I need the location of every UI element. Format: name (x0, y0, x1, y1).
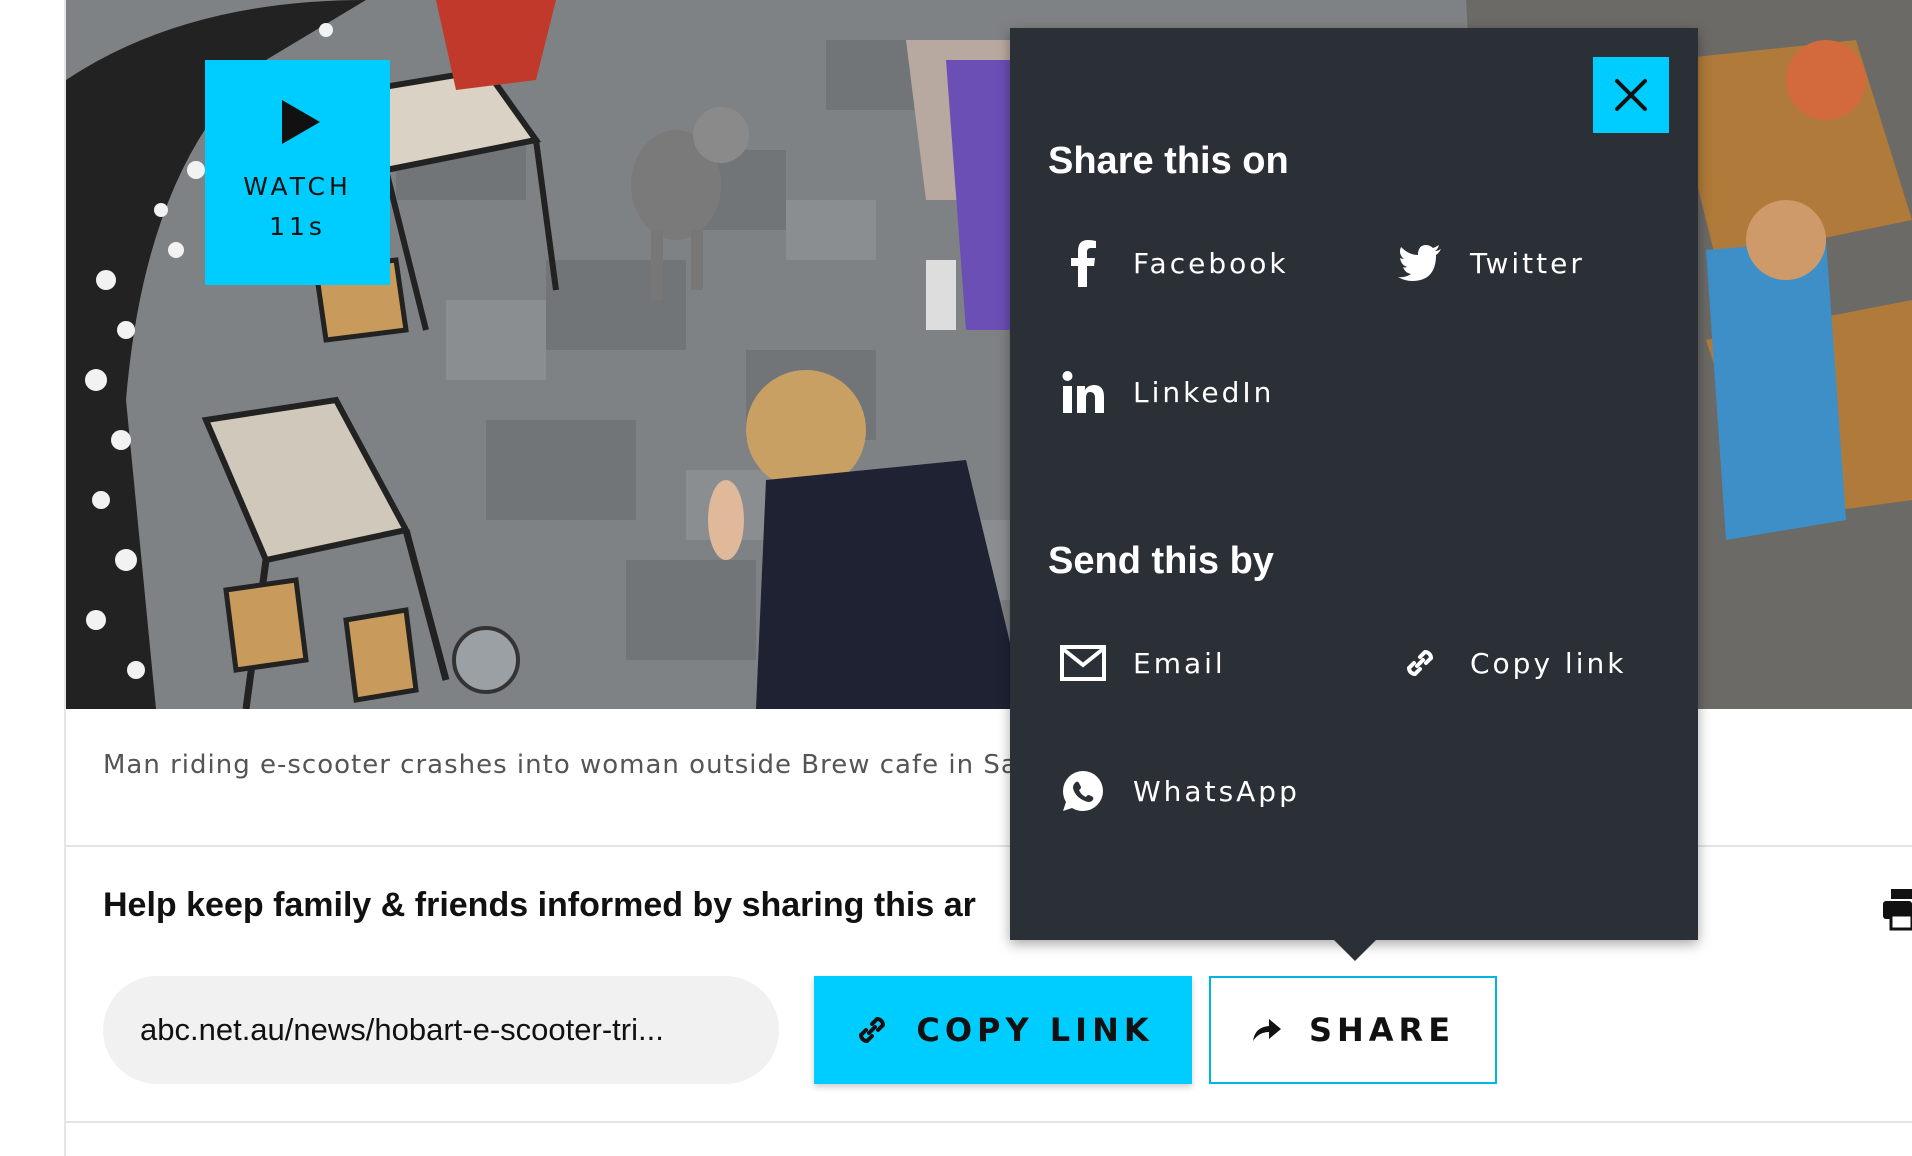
facebook-label: Facebook (1133, 246, 1289, 280)
twitter-label: Twitter (1470, 246, 1585, 280)
watch-label: WATCH (243, 172, 352, 201)
close-popover-button[interactable] (1593, 57, 1669, 133)
linkedin-label: LinkedIn (1133, 375, 1275, 409)
share-label: SHARE (1308, 1011, 1456, 1049)
share-linkedin-option[interactable]: LinkedIn (1058, 364, 1274, 420)
facebook-icon (1058, 238, 1108, 288)
print-icon[interactable] (1883, 889, 1912, 931)
video-caption: Man riding e-scooter crashes into woman … (103, 750, 1018, 780)
twitter-icon (1395, 238, 1445, 288)
whatsapp-label: WhatsApp (1133, 774, 1300, 808)
close-icon (1615, 79, 1647, 111)
link-icon (859, 1016, 886, 1044)
share-facebook-option[interactable]: Facebook (1058, 235, 1289, 291)
send-whatsapp-option[interactable]: WhatsApp (1058, 763, 1300, 819)
share-arrow-icon (1252, 1019, 1281, 1041)
whatsapp-icon (1058, 766, 1108, 816)
copy-link-button[interactable]: COPY LINK (814, 976, 1192, 1084)
email-label: Email (1133, 646, 1226, 680)
send-this-by-heading: Send this by (1048, 540, 1274, 582)
divider-bottom (66, 1121, 1912, 1123)
share-button[interactable]: SHARE (1209, 976, 1497, 1084)
share-twitter-option[interactable]: Twitter (1395, 235, 1585, 291)
share-this-on-heading: Share this on (1048, 140, 1289, 182)
video-duration: 11s (269, 212, 326, 241)
copy-link-label: COPY LINK (916, 1011, 1154, 1049)
popover-pointer (1333, 939, 1377, 961)
linkedin-icon (1058, 367, 1108, 417)
link-icon (1395, 638, 1445, 688)
send-email-option[interactable]: Email (1058, 635, 1226, 691)
send-copy-link-option[interactable]: Copy link (1395, 635, 1626, 691)
copy-link-option-label: Copy link (1470, 646, 1627, 680)
email-icon (1058, 638, 1108, 688)
share-prompt-heading: Help keep family & friends informed by s… (103, 886, 976, 924)
article-url-field[interactable]: abc.net.au/news/hobart-e-scooter-tri... (103, 976, 779, 1084)
play-icon (282, 100, 320, 144)
watch-video-button[interactable]: WATCH 11s (205, 60, 390, 285)
